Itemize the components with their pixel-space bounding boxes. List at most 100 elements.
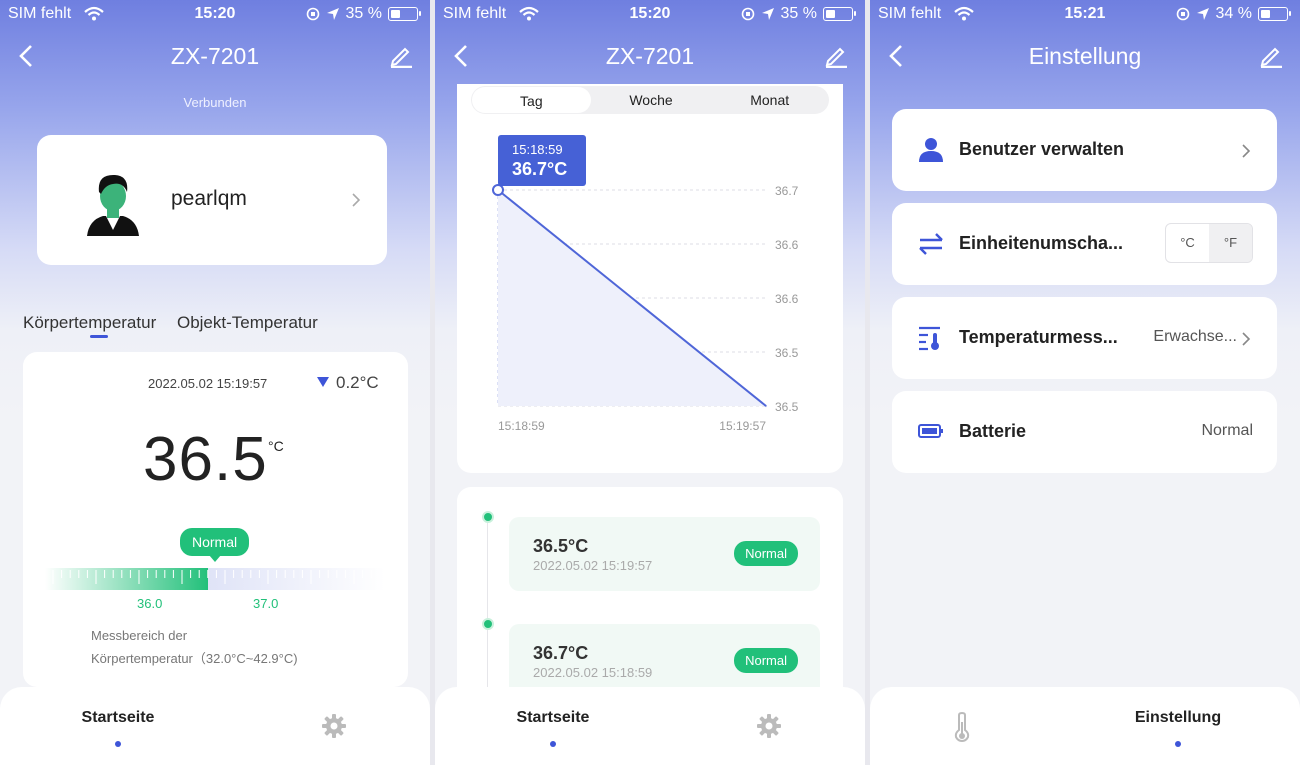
- avatar: [87, 174, 139, 236]
- home-screen: SIM fehlt 15:20 35 % ZX-7201 Verbunden p…: [0, 0, 430, 765]
- battery-icon: [388, 7, 421, 21]
- orientation-lock-icon: [741, 7, 754, 21]
- timeline-dot: [482, 511, 494, 523]
- battery-icon: [823, 7, 856, 21]
- orientation-lock-icon: [1176, 7, 1189, 21]
- measurement-time: 2022.05.02 15:19:57: [148, 376, 268, 391]
- scale-label-high: 37.0: [253, 596, 279, 611]
- history-screen: SIM fehlt 15:20 35 % ZX-7201 Tag Woche M…: [435, 0, 865, 765]
- record-status-badge: Normal: [734, 648, 798, 673]
- battery-percent: 35 %: [780, 5, 817, 22]
- active-tab-dot: [550, 741, 556, 747]
- tab-home-label: Startseite: [81, 709, 155, 726]
- unit-fahrenheit[interactable]: °F: [1209, 224, 1252, 262]
- tab-home[interactable]: Startseite: [38, 709, 198, 747]
- settings-row-label: Batterie: [959, 421, 1027, 441]
- records-card: 36.5°C 2022.05.02 15:19:57 Normal 36.7°C…: [457, 487, 843, 707]
- range-note-line-2: Körpertemperatur（32.0°C~42.9°C): [91, 651, 298, 666]
- location-icon: [761, 8, 774, 20]
- thermometer-list-icon: [919, 326, 940, 351]
- connection-status: Verbunden: [183, 95, 247, 110]
- page-title: Einstellung: [1028, 43, 1142, 69]
- settings-screen: SIM fehlt 15:21 34 % Einstellung Benutze…: [870, 0, 1300, 765]
- gear-icon[interactable]: [322, 714, 346, 738]
- edit-icon[interactable]: [823, 42, 849, 68]
- tab-bar: Einstellung: [870, 687, 1300, 765]
- temperature-scale: [45, 568, 385, 590]
- chevron-right-icon: [1242, 144, 1251, 158]
- tab-settings[interactable]: Einstellung: [1098, 709, 1258, 747]
- x-tick-label: 15:18:59: [498, 419, 545, 433]
- status-bar: SIM fehlt 15:21 34 %: [870, 0, 1300, 28]
- settings-row-value: Erwachse...: [1153, 328, 1237, 345]
- settings-row-label: Einheitenumscha...: [959, 233, 1124, 253]
- location-icon: [1196, 8, 1209, 20]
- battery-percent: 35 %: [345, 5, 382, 22]
- timeline-line: [487, 517, 488, 707]
- active-tab-dot: [1175, 741, 1181, 747]
- tooltip-value: 36.7°C: [512, 159, 568, 179]
- status-badge-label: Normal: [180, 528, 250, 556]
- tab-bar: Startseite: [0, 687, 430, 765]
- user-icon: [919, 138, 943, 162]
- y-tick-label: 36.7: [775, 184, 799, 198]
- data-point[interactable]: [492, 184, 504, 196]
- y-tick-label: 36.6: [775, 292, 799, 306]
- record-time: 2022.05.02 15:19:57: [533, 558, 653, 573]
- active-tab-dot: [115, 741, 121, 747]
- unit-celsius[interactable]: °C: [1166, 224, 1209, 262]
- swap-arrows-icon: [919, 233, 943, 255]
- unit-toggle[interactable]: °C °F: [1165, 223, 1253, 263]
- timeline-dot: [482, 618, 494, 630]
- temperature-unit: °C: [268, 438, 284, 454]
- settings-row-units[interactable]: Einheitenumscha... °C °F: [892, 203, 1277, 285]
- record-value: 36.5°C: [533, 536, 589, 556]
- chevron-right-icon: [1242, 332, 1251, 346]
- y-tick-label: 36.6: [775, 238, 799, 252]
- active-tab-indicator: [90, 335, 108, 338]
- page-title: ZX-7201: [170, 43, 260, 69]
- status-bar: SIM fehlt 15:20 35 %: [0, 0, 430, 28]
- settings-row-label: Benutzer verwalten: [959, 139, 1125, 159]
- scale-label-low: 36.0: [137, 596, 163, 611]
- tab-home[interactable]: Startseite: [473, 709, 633, 747]
- user-name: pearlqm: [171, 187, 247, 210]
- tab-home-label: Startseite: [516, 709, 590, 726]
- record-value: 36.7°C: [533, 643, 589, 663]
- chart-card: Tag Woche Monat 36.7 36.6 36.6 36.5 36.5 15:1…: [457, 84, 843, 473]
- chart-tooltip: 15:18:59 36.7°C: [498, 135, 586, 186]
- settings-row-users[interactable]: Benutzer verwalten: [892, 109, 1277, 191]
- tab-settings-label: Einstellung: [1134, 709, 1222, 726]
- settings-row-label: Temperaturmess...: [959, 327, 1118, 347]
- y-tick-label: 36.5: [775, 400, 799, 414]
- measurement-card: 2022.05.02 15:19:57 0.2°C 36.5 °C Normal: [23, 352, 408, 687]
- chevron-right-icon: [352, 193, 361, 207]
- record-status-badge: Normal: [734, 541, 798, 566]
- tab-body-temperature[interactable]: Körpertemperatur: [23, 313, 156, 332]
- location-icon: [326, 8, 339, 20]
- orientation-lock-icon: [306, 7, 319, 21]
- user-card[interactable]: pearlqm: [37, 135, 387, 265]
- y-tick-label: 36.5: [775, 346, 799, 360]
- page-title: ZX-7201: [605, 43, 695, 69]
- settings-row-value: Normal: [1201, 422, 1253, 439]
- battery-icon: [1258, 7, 1291, 21]
- edit-icon[interactable]: [388, 42, 414, 68]
- gear-icon[interactable]: [757, 714, 781, 738]
- battery-percent: 34 %: [1215, 5, 1252, 22]
- record-item[interactable]: 36.5°C 2022.05.02 15:19:57 Normal: [509, 517, 820, 591]
- settings-row-battery: Batterie Normal: [892, 391, 1277, 473]
- tooltip-time: 15:18:59: [512, 142, 563, 157]
- range-note-line-1: Messbereich der: [91, 628, 188, 643]
- status-badge: Normal: [180, 528, 250, 562]
- record-time: 2022.05.02 15:18:59: [533, 665, 653, 680]
- down-arrow-icon: [317, 377, 329, 387]
- temperature-tabs: Körpertemperatur Objekt-Temperatur: [23, 313, 334, 338]
- tab-object-temperature[interactable]: Objekt-Temperatur: [177, 313, 318, 332]
- battery-icon: [918, 424, 943, 438]
- settings-row-measurement[interactable]: Temperaturmess... Erwachse...: [892, 297, 1277, 379]
- thermometer-icon[interactable]: [953, 712, 971, 742]
- edit-icon[interactable]: [1258, 42, 1284, 68]
- temperature-delta: 0.2°C: [336, 373, 379, 392]
- x-tick-label: 15:19:57: [719, 419, 766, 433]
